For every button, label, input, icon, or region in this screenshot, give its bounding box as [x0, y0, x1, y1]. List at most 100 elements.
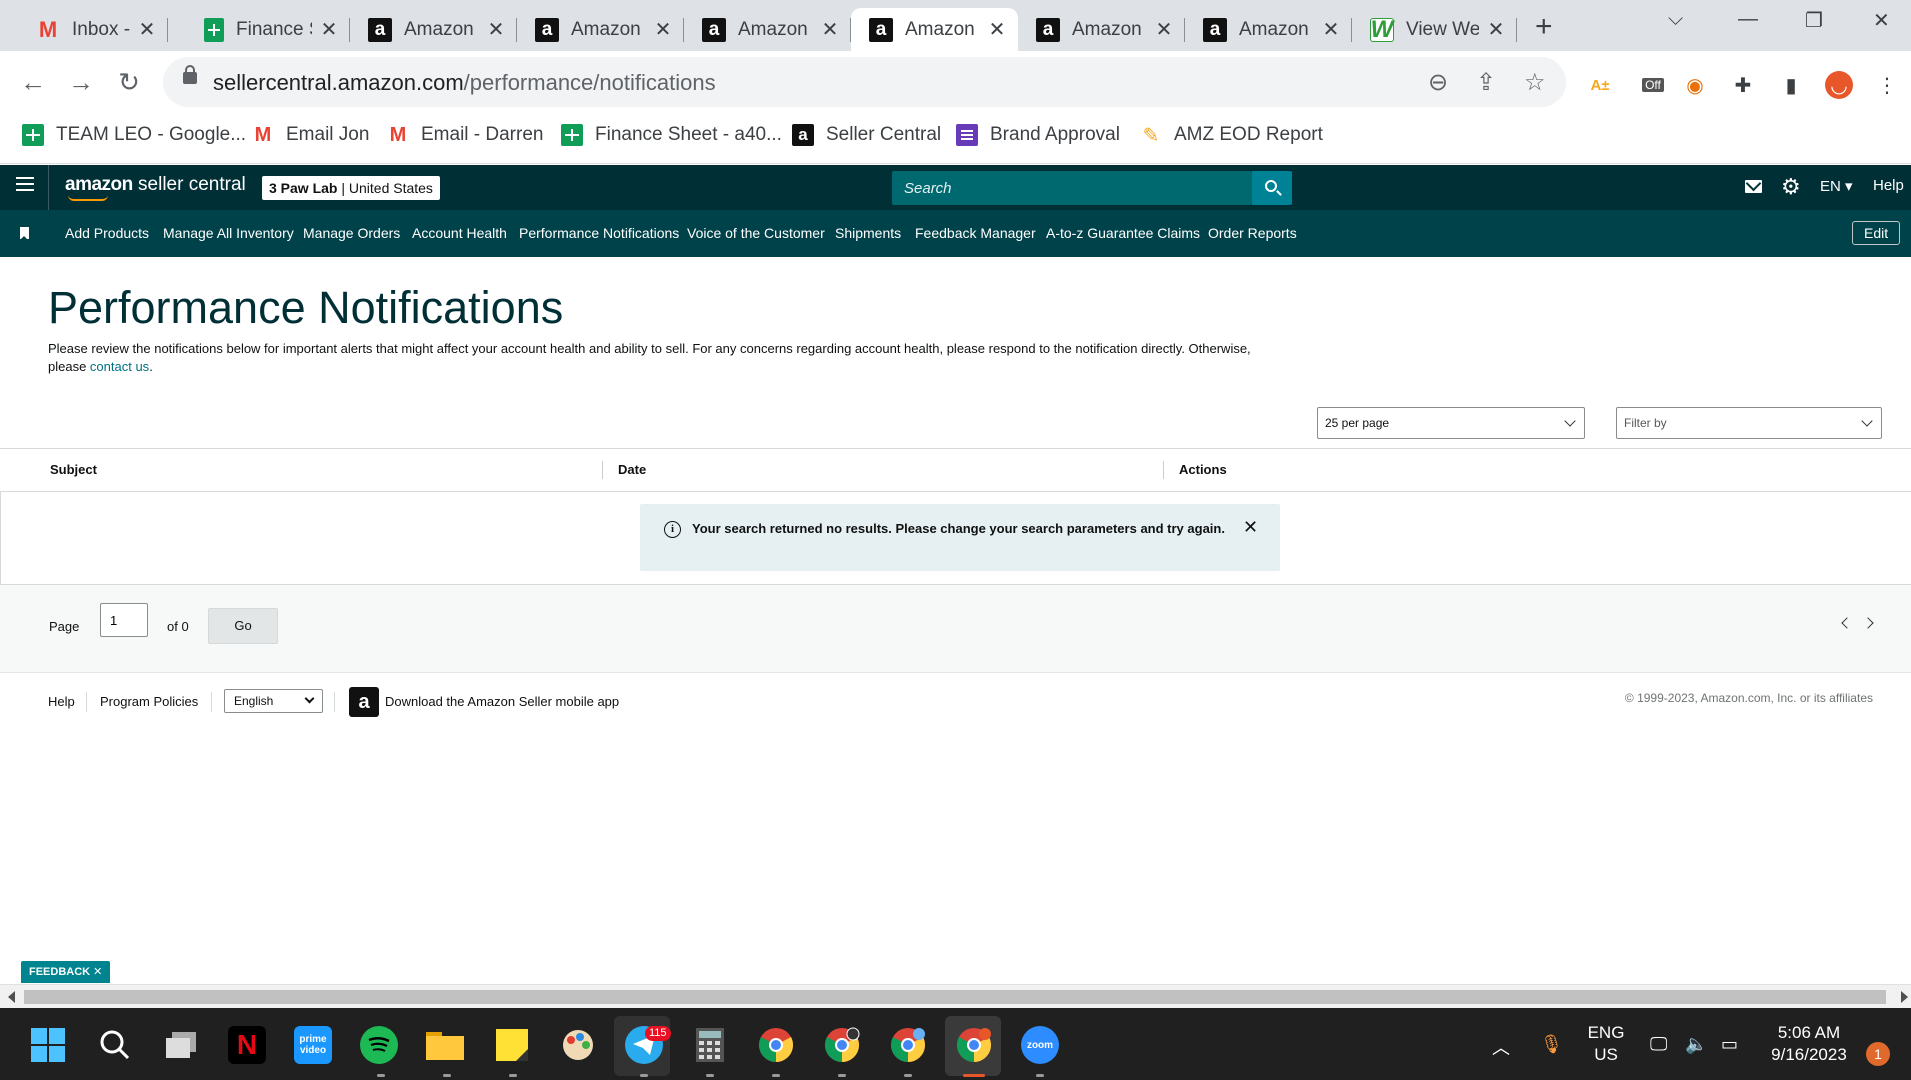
tab-amazon-1[interactable]: a Amazon ✕ — [350, 8, 517, 51]
mail-icon[interactable] — [1745, 180, 1762, 193]
tab-close-icon[interactable]: ✕ — [136, 19, 158, 41]
reload-icon[interactable]: ↻ — [112, 65, 146, 99]
feedback-button[interactable]: FEEDBACK ✕ — [21, 961, 111, 983]
volume-icon[interactable]: 🔈 — [1685, 1034, 1707, 1055]
chevron-right-icon[interactable] — [1862, 617, 1874, 629]
chrome-profile-3-icon[interactable] — [889, 1026, 927, 1064]
amazon-app-icon[interactable]: a — [349, 687, 379, 717]
notification-badge[interactable]: 1 — [1866, 1042, 1890, 1066]
search-button[interactable] — [1252, 171, 1292, 205]
help-link[interactable]: Help — [1873, 177, 1904, 194]
scroll-left-icon[interactable] — [8, 991, 15, 1003]
nav-add-products[interactable]: Add Products — [65, 225, 149, 241]
chrome-profile-active-icon[interactable] — [955, 1026, 993, 1064]
chrome-profile-1-icon[interactable] — [757, 1026, 795, 1064]
bookmark-icon[interactable] — [20, 227, 29, 240]
clock[interactable]: 5:06 AM 9/16/2023 — [1764, 1022, 1854, 1066]
restore-icon[interactable]: ❐ — [1805, 8, 1823, 33]
back-icon[interactable]: ← — [16, 65, 50, 99]
bookmark-amz-eod[interactable]: ✎ AMZ EOD Report — [1140, 124, 1323, 147]
search-input[interactable] — [892, 171, 1252, 205]
nav-a-to-z-claims[interactable]: A-to-z Guarantee Claims — [1046, 225, 1200, 241]
microphone-icon[interactable]: 🎙 — [1540, 1034, 1563, 1055]
filter-select[interactable]: Filter by — [1616, 407, 1882, 439]
page-number-input[interactable] — [100, 603, 148, 637]
scout-extension-icon[interactable]: A± — [1585, 70, 1615, 100]
chevron-left-icon[interactable] — [1841, 617, 1853, 629]
netflix-icon[interactable]: N — [228, 1026, 266, 1064]
tab-amazon-2[interactable]: a Amazon ✕ — [517, 8, 684, 51]
prime-video-icon[interactable]: prime video — [294, 1026, 332, 1064]
bookmark-star-icon[interactable]: ☆ — [1524, 68, 1546, 97]
per-page-select[interactable]: 25 per page — [1317, 407, 1585, 439]
tab-amazon-6[interactable]: a Amazon ✕ — [1185, 8, 1352, 51]
spotify-icon[interactable] — [360, 1026, 398, 1064]
search-icon[interactable] — [96, 1026, 134, 1064]
scrollbar-thumb[interactable] — [24, 990, 1886, 1004]
chevron-up-icon[interactable]: ︿ — [1492, 1034, 1510, 1060]
network-icon[interactable]: 🖵 — [1650, 1034, 1667, 1055]
file-explorer-icon[interactable] — [426, 1026, 464, 1064]
tab-inbox[interactable]: M Inbox - d ✕ — [18, 8, 168, 51]
tab-close-icon[interactable]: ✕ — [1485, 19, 1507, 41]
tab-close-icon[interactable]: ✕ — [819, 19, 841, 41]
task-view-icon[interactable] — [162, 1026, 200, 1064]
battery-icon[interactable]: ▭ — [1721, 1034, 1738, 1055]
tab-close-icon[interactable]: ✕ — [1153, 19, 1175, 41]
footer-program-policies-link[interactable]: Program Policies — [100, 694, 198, 709]
extensions-puzzle-icon[interactable]: ✚ — [1728, 70, 1758, 100]
tab-amazon-3[interactable]: a Amazon ✕ — [684, 8, 851, 51]
tab-close-icon[interactable]: ✕ — [1320, 19, 1342, 41]
orange-extension-icon[interactable]: ◉ — [1680, 70, 1710, 100]
zoom-icon[interactable]: zoom — [1021, 1026, 1059, 1064]
new-tab-icon[interactable]: + — [1535, 10, 1553, 44]
footer-help-link[interactable]: Help — [48, 694, 75, 709]
tab-amazon-active[interactable]: a Amazon ✕ — [851, 8, 1018, 51]
footer-language-select[interactable]: English — [224, 689, 323, 713]
bookmark-finance-sheet[interactable]: Finance Sheet - a40... — [561, 124, 782, 146]
tab-close-icon[interactable]: ✕ — [318, 19, 340, 41]
off-extension-icon[interactable]: Off — [1638, 70, 1668, 100]
bookmark-email-darren[interactable]: M Email - Darren — [387, 124, 544, 146]
nav-manage-inventory[interactable]: Manage All Inventory — [163, 225, 294, 241]
nav-voice-of-customer[interactable]: Voice of the Customer — [687, 225, 825, 241]
tab-close-icon[interactable]: ✕ — [986, 19, 1008, 41]
nav-feedback-manager[interactable]: Feedback Manager — [915, 225, 1036, 241]
contact-us-link[interactable]: contact us — [90, 359, 149, 374]
calculator-icon[interactable] — [691, 1026, 729, 1064]
gear-icon[interactable]: ⚙ — [1781, 174, 1801, 200]
tab-close-icon[interactable]: ✕ — [485, 19, 507, 41]
tab-view-web[interactable]: W View We ✕ — [1352, 8, 1517, 51]
nav-order-reports[interactable]: Order Reports — [1208, 225, 1297, 241]
bookmark-email-jon[interactable]: M Email Jon — [252, 124, 370, 146]
profile-avatar[interactable]: ◡ — [1825, 71, 1853, 99]
bookmark-team-leo[interactable]: TEAM LEO - Google... — [22, 124, 246, 146]
column-subject[interactable]: Subject — [50, 462, 97, 477]
horizontal-scrollbar[interactable] — [0, 984, 1911, 1008]
paint-icon[interactable] — [559, 1026, 597, 1064]
tab-amazon-5[interactable]: a Amazon ✕ — [1018, 8, 1185, 51]
edit-nav-button[interactable]: Edit — [1852, 221, 1901, 245]
share-icon[interactable]: ⇪ — [1476, 68, 1496, 97]
store-selector[interactable]: 3 Paw Lab | United States — [262, 176, 440, 200]
tab-finance[interactable]: Finance S ✕ — [186, 8, 350, 51]
tab-close-icon[interactable]: ✕ — [652, 19, 674, 41]
url-text[interactable]: sellercentral.amazon.com/performance/not… — [213, 70, 716, 96]
nav-account-health[interactable]: Account Health — [412, 225, 507, 241]
sticky-notes-icon[interactable] — [493, 1026, 531, 1064]
close-icon[interactable]: ✕ — [1243, 517, 1258, 537]
side-panel-icon[interactable]: ▮ — [1776, 70, 1806, 100]
column-date[interactable]: Date — [618, 462, 646, 477]
scroll-right-icon[interactable] — [1901, 991, 1908, 1003]
chrome-profile-2-icon[interactable] — [823, 1026, 861, 1064]
language-selector[interactable]: EN ▾ — [1820, 177, 1853, 195]
nav-performance-notifications[interactable]: Performance Notifications — [519, 225, 679, 241]
tab-search-icon[interactable]: ⌵ — [1668, 8, 1683, 31]
bookmark-seller-central[interactable]: a Seller Central — [792, 124, 941, 146]
go-button[interactable]: Go — [208, 608, 278, 644]
close-window-icon[interactable]: ✕ — [1873, 8, 1890, 33]
minimize-icon[interactable]: — — [1738, 8, 1758, 31]
nav-manage-orders[interactable]: Manage Orders — [303, 225, 400, 241]
download-app-link[interactable]: Download the Amazon Seller mobile app — [385, 694, 619, 709]
input-language[interactable]: ENG US — [1586, 1022, 1626, 1066]
